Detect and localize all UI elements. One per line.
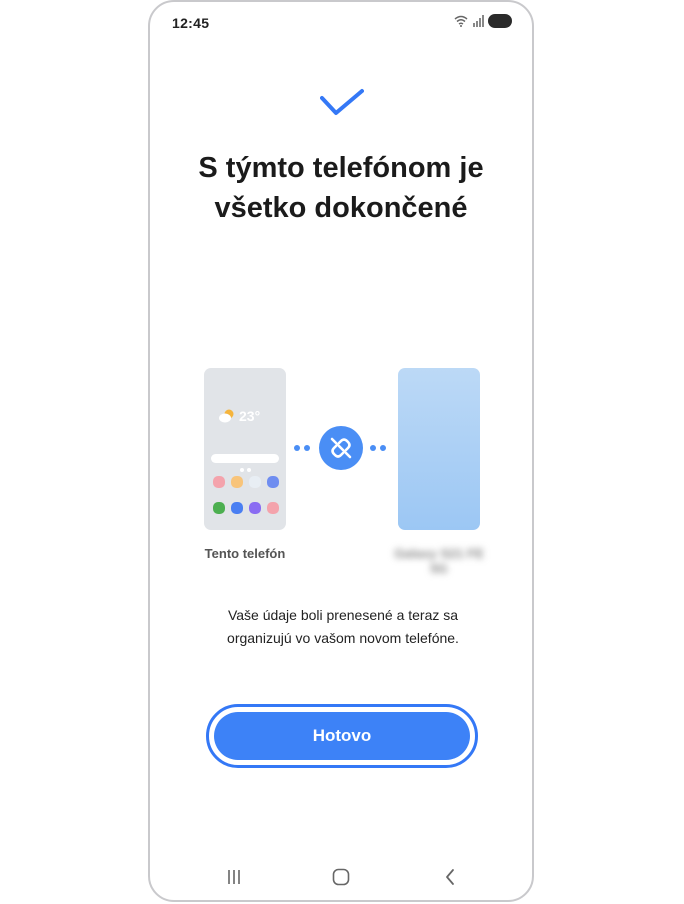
weather-sun-cloud-icon [219,409,234,423]
phone-frame: 12:45 S týmto telefónom je všetko dokonč… [148,0,534,902]
wifi-icon [454,15,468,27]
app-icon [231,502,243,514]
status-bar: 12:45 [150,2,532,46]
this-phone-label: Tento telefón [204,546,286,561]
status-time: 12:45 [172,15,210,31]
connector-dots-right [370,445,386,451]
home-icon [332,868,350,886]
app-icon [213,502,225,514]
connector-dots-left [294,445,310,451]
recents-icon [228,870,240,884]
this-phone-illustration: 23° [204,368,286,530]
message-line-1: Vaše údaje boli prenesené a teraz sa [227,607,459,623]
app-icon [267,502,279,514]
page-title: S týmto telefónom je všetko dokončené [150,148,532,228]
weather-widget: 23° [218,408,260,424]
app-icon [249,502,261,514]
link-circle [319,426,363,470]
home-button[interactable] [326,862,356,892]
broken-link-icon [330,437,352,459]
recents-button[interactable] [219,862,249,892]
weather-temperature: 23° [239,408,261,424]
back-button[interactable] [435,862,465,892]
title-line-2: všetko dokončené [214,192,468,224]
message-line-2: organizujú vo vašom novom telefóne. [227,630,459,646]
battery-icon [488,14,512,28]
done-button[interactable]: Hotovo [214,712,470,760]
app-icon [213,476,225,488]
status-icons [454,14,512,28]
transfer-message: Vaše údaje boli prenesené a teraz sa org… [170,604,516,650]
mock-search-bar [211,454,279,463]
app-grid [213,476,281,514]
new-phone-illustration [398,368,480,530]
navigation-bar [150,850,532,900]
app-icon [267,476,279,488]
back-icon [446,869,454,885]
new-phone-label: Galaxy S21 FE 5G [394,546,484,576]
title-line-1: S týmto telefónom je [198,152,484,184]
page-indicator [240,468,251,472]
done-button-focus-ring: Hotovo [206,704,478,768]
signal-icon [473,15,484,27]
app-icon [231,476,243,488]
checkmark-icon [320,89,364,115]
app-icon [249,476,261,488]
